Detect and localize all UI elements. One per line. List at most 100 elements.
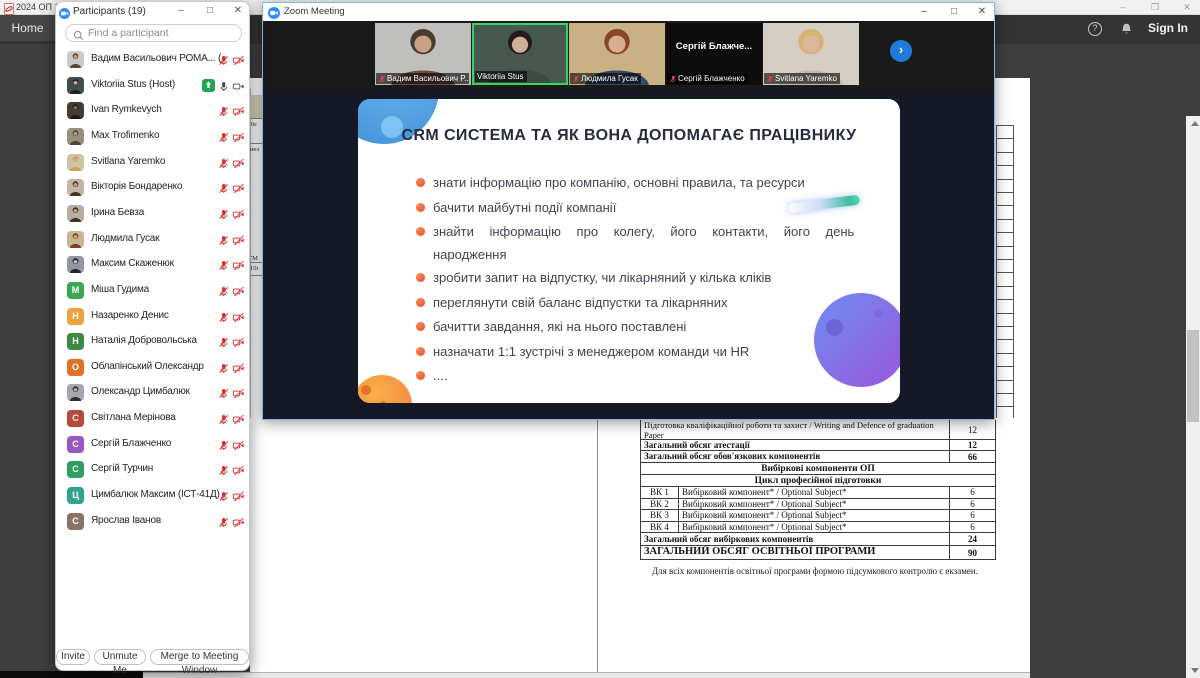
participants-minimize-button[interactable]: –: [171, 5, 191, 17]
table-row: ВК 4Вибірковий компонент* / Optional Sub…: [641, 522, 995, 534]
mic-muted-icon: [378, 75, 386, 83]
tile-name-label: Сергій Блажченко: [667, 73, 748, 84]
participant-row[interactable]: ННаталія Добровольська: [56, 329, 251, 355]
participant-row[interactable]: ССергій Блажченко: [56, 432, 251, 458]
mic-muted-icon: [218, 284, 229, 302]
tab-home[interactable]: Home: [0, 15, 55, 41]
table-cell-label: Вибірковий компонент* / Optional Subject…: [679, 487, 949, 498]
scrollbar-thumb[interactable]: [1187, 330, 1199, 422]
table-cell-value: 12: [949, 420, 995, 439]
participant-row[interactable]: Max Trofimenko: [56, 124, 251, 150]
participant-name: Сергій Турчин: [91, 463, 221, 474]
notifications-bell-icon[interactable]: [1120, 22, 1133, 41]
participant-status-icons: [218, 489, 245, 507]
participant-photo-avatar: [67, 154, 84, 171]
zoom-window-title: Zoom Meeting: [284, 6, 345, 17]
participants-maximize-button[interactable]: □: [200, 5, 220, 17]
participants-panel: Participants (19) – □ ✕ Вадим Васильович…: [55, 1, 250, 671]
mic-muted-icon: [218, 156, 229, 174]
table-row: Загальний обсяг вибіркових компонентів24: [641, 533, 995, 546]
table-fragment-line: [996, 326, 1013, 327]
help-icon[interactable]: ?: [1088, 22, 1102, 36]
doc-text-fragment: 0є: [251, 121, 257, 128]
table-fragment-line: [996, 219, 1013, 220]
bullet-dot-icon: [416, 347, 425, 356]
participant-row[interactable]: ННазаренко Денис: [56, 304, 251, 330]
zoom-maximize-button[interactable]: □: [941, 5, 967, 19]
invite-button[interactable]: Invite: [56, 649, 90, 665]
participant-name: Людмила Гусак: [91, 233, 221, 244]
mic-muted-icon: [218, 130, 229, 148]
table-section-header: Вибіркові компоненти ОП: [641, 463, 995, 474]
sign-in-button[interactable]: Sign In: [1148, 21, 1188, 35]
participant-name: Вадим Васильович РОМА... (Me): [91, 53, 221, 64]
camera-off-icon: [232, 438, 245, 456]
participant-row[interactable]: Максим Скаженюк: [56, 252, 251, 278]
video-tile[interactable]: Viktoriia Stus: [472, 23, 568, 85]
participant-row[interactable]: Viktoriia Stus (Host): [56, 73, 251, 99]
participants-close-button[interactable]: ✕: [228, 5, 248, 17]
acrobat-restore-button[interactable]: ❐: [1144, 1, 1166, 13]
mic-muted-icon: [218, 412, 229, 430]
participant-row[interactable]: Svitlana Yaremko: [56, 150, 251, 176]
search-icon: [73, 28, 84, 46]
merge-to-meeting-window-button[interactable]: Merge to Meeting Window: [150, 649, 249, 665]
table-fragment-line: [996, 380, 1013, 381]
participant-name: Облапінський Олександр: [91, 361, 221, 372]
mic-muted-icon: [218, 335, 229, 353]
mic-muted-icon: [218, 386, 229, 404]
acrobat-minimize-button[interactable]: –: [1112, 1, 1134, 13]
video-tile[interactable]: Вадим Васильович Р...: [375, 23, 471, 85]
mic-muted-icon: [218, 361, 229, 379]
table-fragment-line: [996, 313, 1013, 314]
scrollbar-down-arrow[interactable]: [1191, 668, 1199, 673]
table-cell-value: 6: [949, 499, 995, 510]
participant-row[interactable]: ММіша Гудима: [56, 278, 251, 304]
zoom-minimize-button[interactable]: –: [911, 5, 937, 19]
mic-muted-icon: [218, 515, 229, 533]
participant-row[interactable]: ООблапінський Олександр: [56, 355, 251, 381]
bullet-text: знати інформацію про компанію, основні п…: [433, 171, 868, 194]
participant-photo-avatar: [67, 77, 84, 94]
table-cell-code: ВК 1: [641, 487, 679, 498]
slide-bullet-list: знати інформацію про компанію, основні п…: [416, 171, 868, 389]
participant-row[interactable]: С Сергій Турчин: [56, 457, 251, 483]
screen-share-icon: [202, 79, 215, 97]
participant-photo-avatar: [67, 51, 84, 68]
scrollbar-up-arrow[interactable]: [1191, 121, 1199, 126]
video-tile[interactable]: Svitlana Yaremko: [763, 23, 859, 85]
participant-row[interactable]: СЯрослав Іванов: [56, 509, 251, 535]
acrobat-close-button[interactable]: ✕: [1176, 1, 1198, 13]
next-participants-button[interactable]: ›: [890, 40, 912, 62]
bullet-text: бачити майбутні події компанії: [433, 196, 868, 219]
participant-status-icons: [218, 284, 245, 302]
table-row: Цикл професійної підготовки: [641, 475, 995, 487]
participant-letter-avatar: С: [67, 461, 84, 478]
table-cell-label: Загальний обсяг обов'язкових компонентів: [641, 451, 949, 462]
tile-name-label: Svitlana Yaremko: [764, 73, 840, 84]
unmute-me-button[interactable]: Unmute Me: [94, 649, 146, 665]
search-input[interactable]: [88, 26, 238, 40]
table-fragment-line: [996, 152, 1013, 153]
participant-row[interactable]: Вікторія Бондаренко: [56, 175, 251, 201]
zoom-titlebar: Zoom Meeting – □ ✕: [263, 3, 994, 21]
bullet-text: знайти інформацію про колегу, його конта…: [433, 220, 868, 243]
participant-row[interactable]: ЦЦимбалюк Максим (ІСТ-41Д): [56, 483, 251, 509]
table-cell-value: 6: [949, 510, 995, 521]
participant-row[interactable]: Вадим Васильович РОМА... (Me): [56, 47, 251, 73]
participant-status-icons: [218, 386, 245, 404]
video-tile[interactable]: Людмила Гусак: [569, 23, 665, 85]
slide-bullet: переглянути свій баланс відпустки та лік…: [416, 291, 868, 316]
bullet-text: переглянути свій баланс відпустки та лік…: [433, 291, 868, 314]
video-tile[interactable]: Сергій Блажче...Сергій Блажченко: [666, 23, 762, 85]
participant-status-icons: [218, 233, 245, 251]
zoom-close-button[interactable]: ✕: [969, 5, 995, 19]
participant-row[interactable]: Ірина Бевза: [56, 201, 251, 227]
participant-row[interactable]: Ivan Rymkevych: [56, 98, 251, 124]
participant-row[interactable]: Людмила Гусак: [56, 227, 251, 253]
participant-row[interactable]: Олександр Цимбалюк: [56, 380, 251, 406]
table-cell-code: ВК 2: [641, 499, 679, 510]
table-cell-label: ЗАГАЛЬНИЙ ОБСЯГ ОСВІТНЬОЇ ПРОГРАМИ: [641, 546, 949, 559]
participant-name: Міша Гудима: [91, 284, 221, 295]
participant-row[interactable]: ССвітлана Мерінова: [56, 406, 251, 432]
